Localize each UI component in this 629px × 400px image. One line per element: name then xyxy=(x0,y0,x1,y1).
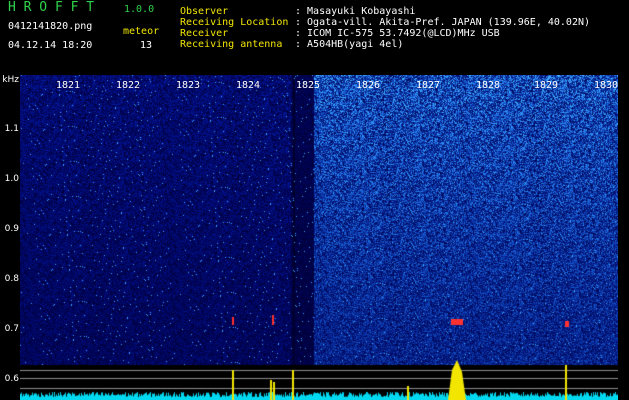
info-value-antenna: : A504HB(yagi 4el) xyxy=(295,39,404,50)
x-tick-label: 1825 xyxy=(296,80,321,91)
y-tick-label: 0.7 xyxy=(4,324,19,334)
info-value-location: : Ogata-vill. Akita-Pref. JAPAN (139.96E… xyxy=(295,17,591,28)
x-tick-label: 1821 xyxy=(56,80,81,91)
info-value-receiver: : ICOM IC-575 53.7492(@LCD)MHz USB xyxy=(295,28,500,39)
info-value-observer: : Masayuki Kobayashi xyxy=(295,6,416,17)
spectrogram xyxy=(20,75,618,400)
app-title: H R O F F T xyxy=(8,0,95,15)
file-timestamp: 04.12.14 18:20 xyxy=(8,40,93,51)
meteor-label: meteor xyxy=(123,26,160,37)
axis-unit: kHz xyxy=(2,75,19,85)
y-tick-label: 1.0 xyxy=(4,174,19,184)
x-tick-label: 1828 xyxy=(476,80,501,91)
x-tick-label: 1823 xyxy=(176,80,201,91)
y-tick-label: 0.6 xyxy=(4,374,19,384)
info-key-receiver: Receiver xyxy=(180,28,229,39)
x-tick-label: 1829 xyxy=(534,80,559,91)
x-tick-label: 1830 xyxy=(594,80,619,91)
y-tick-label: 0.9 xyxy=(4,224,19,234)
meteor-count: 13 xyxy=(140,40,153,51)
x-tick-label: 1826 xyxy=(356,80,381,91)
file-name: 0412141820.png xyxy=(8,21,93,32)
info-key-observer: Observer xyxy=(180,6,229,17)
info-key-antenna: Receiving antenna xyxy=(180,39,283,50)
info-key-location: Receiving Location xyxy=(180,17,289,28)
y-tick-label: 0.8 xyxy=(4,274,19,284)
x-tick-label: 1824 xyxy=(236,80,261,91)
x-tick-label: 1827 xyxy=(416,80,441,91)
x-tick-label: 1822 xyxy=(116,80,141,91)
app-version: 1.0.0 xyxy=(124,4,155,15)
y-tick-label: 1.1 xyxy=(4,124,19,134)
